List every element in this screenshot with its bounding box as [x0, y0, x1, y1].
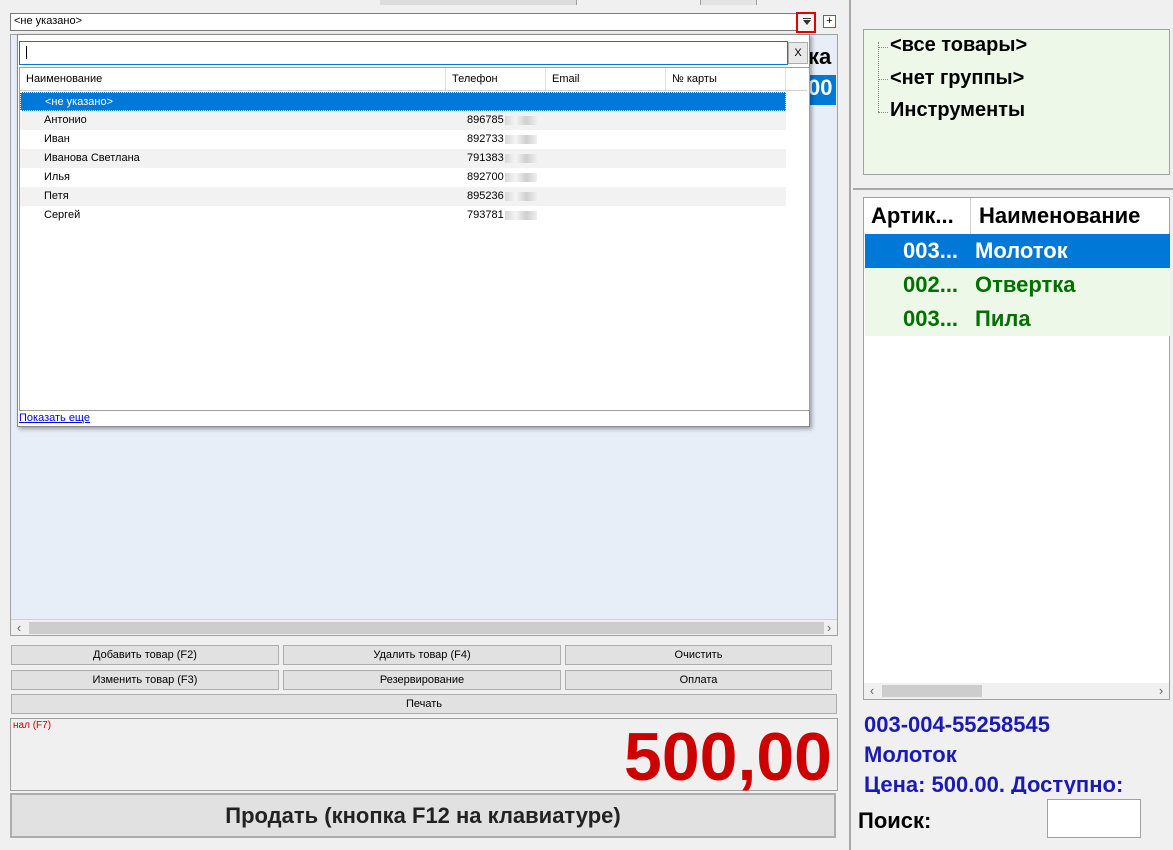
payment-method-label[interactable]: нал (F7)	[13, 720, 51, 731]
scroll-thumb[interactable]	[29, 622, 824, 634]
cart-grid-selected-row-fragment[interactable]: 00	[808, 75, 836, 105]
customer-row[interactable]: Иван 892733	[20, 130, 786, 149]
tree-connector	[878, 79, 888, 80]
reserve-button[interactable]: Резервирование	[283, 670, 561, 690]
selected-name: Молоток	[864, 742, 957, 767]
sell-button[interactable]: Продать (кнопка F12 на клавиатуре)	[10, 793, 836, 838]
customer-table-header: Наименование Телефон Email № карты	[20, 68, 807, 91]
payment-button[interactable]: Оплата	[565, 670, 832, 690]
scroll-right-icon[interactable]: ›	[821, 620, 837, 636]
tree-item-all-products[interactable]: <все товары>	[890, 34, 1027, 57]
clear-search-button[interactable]: X	[788, 42, 808, 64]
redacted-digits	[504, 115, 537, 125]
top-tab[interactable]	[380, 0, 577, 5]
tree-item-tools[interactable]: Инструменты	[890, 99, 1025, 122]
customer-row[interactable]: Иванова Светлана 791383	[20, 149, 786, 168]
column-header-phone[interactable]: Телефон	[446, 68, 546, 90]
product-article: 003...	[903, 306, 959, 331]
add-item-button[interactable]: Добавить товар (F2)	[11, 645, 279, 665]
customer-table[interactable]: Наименование Телефон Email № карты <не у…	[19, 67, 810, 411]
redacted-digits	[504, 153, 537, 163]
cart-grid-header-fragment: ка	[808, 44, 832, 69]
edit-item-button[interactable]: Изменить товар (F3)	[11, 670, 279, 690]
customer-phone: 896785	[467, 114, 504, 126]
customer-name: Сергей	[44, 209, 81, 221]
redacted-digits	[504, 191, 537, 201]
scroll-left-icon[interactable]: ‹	[11, 620, 27, 636]
scroll-left-icon[interactable]: ‹	[864, 683, 880, 699]
product-article: 003...	[903, 238, 959, 263]
group-tree[interactable]: <все товары> <нет группы> Инструменты	[863, 29, 1170, 175]
chevron-down-icon	[803, 20, 811, 25]
customer-row[interactable]: Антонио 896785	[20, 111, 786, 130]
product-article: 002...	[903, 272, 959, 297]
show-more-link[interactable]: Показать еще	[19, 412, 90, 424]
customer-dropdown-button[interactable]	[796, 12, 816, 33]
redacted-digits	[504, 172, 537, 182]
text-caret	[26, 46, 27, 59]
column-header-article[interactable]: Артик...	[871, 198, 954, 234]
redacted-digits	[504, 210, 537, 220]
customer-phone: 895236	[467, 190, 504, 202]
column-header-name[interactable]: Наименование	[20, 68, 446, 90]
product-name: Молоток	[975, 238, 1068, 263]
customer-row[interactable]: Сергей 793781	[20, 206, 786, 225]
product-row[interactable]: 003... Молоток	[865, 234, 1170, 268]
customer-phone: 791383	[467, 152, 504, 164]
tree-connector	[878, 42, 879, 112]
column-header-name[interactable]: Наименование	[970, 198, 1140, 234]
customer-name: Петя	[44, 190, 69, 202]
selected-article: 003-004-55258545	[864, 712, 1050, 737]
customer-name: Иванова Светлана	[44, 152, 140, 164]
customer-row[interactable]: Илья 892700	[20, 168, 786, 187]
customer-name: Антонио	[44, 114, 87, 126]
customer-row[interactable]: Петя 895236	[20, 187, 786, 206]
dropdown-bar-icon	[803, 18, 811, 19]
product-name: Пила	[975, 306, 1031, 331]
customer-row[interactable]: <не указано>	[20, 92, 786, 111]
top-tab-strip	[0, 0, 1173, 8]
scroll-right-icon[interactable]: ›	[1153, 683, 1169, 699]
product-name: Отвертка	[975, 272, 1076, 297]
customer-name: Иван	[44, 133, 70, 145]
customer-name: Илья	[44, 171, 71, 183]
product-horizontal-scrollbar[interactable]: ‹ ›	[864, 683, 1169, 699]
top-tab[interactable]	[700, 0, 757, 5]
panel-splitter[interactable]	[849, 0, 851, 850]
product-list[interactable]: Артик... Наименование 003... Молоток 002…	[863, 197, 1170, 700]
search-label: Поиск:	[858, 808, 932, 833]
scroll-thumb[interactable]	[882, 685, 982, 697]
tree-item-no-group[interactable]: <нет группы>	[890, 67, 1024, 90]
cart-horizontal-scrollbar[interactable]: ‹ ›	[11, 619, 837, 635]
tree-connector	[878, 47, 888, 48]
column-header-email[interactable]: Email	[546, 68, 666, 90]
redacted-digits	[504, 134, 537, 144]
customer-phone: 892733	[467, 133, 504, 145]
product-row[interactable]: 003... Пила	[865, 302, 1170, 336]
customer-name: <не указано>	[45, 96, 113, 108]
clear-button[interactable]: Очистить	[565, 645, 832, 665]
total-amount: 500,00	[624, 719, 832, 795]
column-header-card[interactable]: № карты	[666, 68, 786, 90]
product-search-input[interactable]	[1047, 799, 1141, 838]
product-row[interactable]: 002... Отвертка	[865, 268, 1170, 302]
tree-connector	[878, 112, 888, 113]
customer-dropdown-popup: X Наименование Телефон Email № карты <не…	[17, 34, 810, 427]
print-button[interactable]: Печать	[11, 694, 837, 714]
customer-phone: 892700	[467, 171, 504, 183]
selected-price: Цена: 500.00. Доступно:	[864, 772, 1124, 794]
customer-search-input[interactable]	[19, 41, 788, 65]
customer-select[interactable]: <не указано>	[10, 13, 816, 31]
customer-phone: 793781	[467, 209, 504, 221]
remove-item-button[interactable]: Удалить товар (F4)	[283, 645, 561, 665]
right-panel-splitter[interactable]	[853, 188, 1173, 190]
add-customer-button[interactable]: +	[823, 15, 836, 28]
